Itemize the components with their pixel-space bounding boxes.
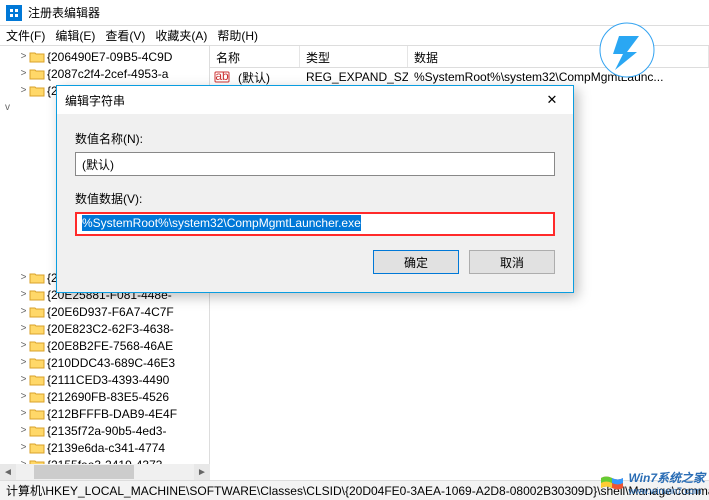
- chevron-icon[interactable]: >: [18, 289, 29, 300]
- folder-icon: [29, 441, 45, 455]
- tree-item-label: {20E823C2-62F3-4638-: [47, 322, 174, 336]
- tree-item-label: {2135f72a-90b5-4ed3-: [47, 424, 166, 438]
- scroll-thumb[interactable]: [34, 465, 134, 479]
- watermark-url: www.winwin7.com: [628, 486, 705, 496]
- chevron-icon[interactable]: >: [18, 425, 29, 436]
- svg-text:ab: ab: [215, 69, 229, 83]
- tree-item-label: {212690FB-83E5-4526: [47, 390, 169, 404]
- folder-icon: [29, 271, 45, 285]
- menu-file[interactable]: 文件(F): [6, 27, 45, 44]
- tree-item[interactable]: > {212BFFFB-DAB9-4E4F: [2, 405, 207, 422]
- cell-type: REG_EXPAND_SZ: [300, 70, 408, 84]
- chevron-icon[interactable]: v: [2, 102, 13, 113]
- scroll-left-arrow[interactable]: ◄: [0, 464, 16, 480]
- cancel-button[interactable]: 取消: [469, 250, 555, 274]
- folder-icon: [29, 356, 45, 370]
- chevron-icon[interactable]: >: [18, 68, 29, 79]
- chevron-icon[interactable]: >: [18, 408, 29, 419]
- tree-horizontal-scrollbar[interactable]: ◄ ►: [0, 464, 210, 480]
- tree-item[interactable]: > {20E8B2FE-7568-46AE: [2, 337, 207, 354]
- folder-icon: [29, 288, 45, 302]
- col-name[interactable]: 名称: [210, 46, 300, 67]
- chevron-icon[interactable]: >: [18, 340, 29, 351]
- folder-icon: [29, 424, 45, 438]
- chevron-icon[interactable]: >: [18, 272, 29, 283]
- folder-icon: [29, 305, 45, 319]
- tree-item[interactable]: > {20E6D937-F6A7-4C7F: [2, 303, 207, 320]
- watermark-text: Win7系统之家: [628, 469, 705, 486]
- tree-item-label: {2087c2f4-2cef-4953-a: [47, 67, 168, 81]
- folder-icon: [29, 84, 45, 98]
- value-name-label: 数值名称(N):: [75, 130, 555, 147]
- chevron-icon[interactable]: >: [18, 442, 29, 453]
- tree-item-label: {206490E7-09B5-4C9D: [47, 50, 172, 64]
- thunder-download-icon[interactable]: [599, 22, 655, 78]
- folder-icon: [29, 339, 45, 353]
- app-icon: [6, 5, 22, 21]
- dialog-buttons: 确定 取消: [75, 250, 555, 274]
- windows-logo-icon: [600, 474, 624, 492]
- value-data-label: 数值数据(V):: [75, 190, 555, 207]
- tree-item-label: {210DDC43-689C-46E3: [47, 356, 175, 370]
- watermark: Win7系统之家 www.winwin7.com: [600, 469, 705, 496]
- chevron-icon[interactable]: >: [18, 85, 29, 96]
- cell-name: (默认): [232, 69, 300, 86]
- menu-edit[interactable]: 编辑(E): [55, 27, 95, 44]
- folder-icon: [29, 322, 45, 336]
- dialog-title: 编辑字符串: [65, 92, 125, 109]
- tree-item[interactable]: > {20E823C2-62F3-4638-: [2, 320, 207, 337]
- tree-item[interactable]: > {2087c2f4-2cef-4953-a: [2, 65, 207, 82]
- ok-button[interactable]: 确定: [373, 250, 459, 274]
- tree-item-label: {20E8B2FE-7568-46AE: [47, 339, 173, 353]
- menu-favorites[interactable]: 收藏夹(A): [155, 27, 207, 44]
- chevron-icon[interactable]: >: [18, 306, 29, 317]
- chevron-icon[interactable]: >: [18, 323, 29, 334]
- tree-item-label: {2139e6da-c341-4774: [47, 441, 165, 455]
- folder-icon: [29, 390, 45, 404]
- folder-icon: [29, 407, 45, 421]
- string-value-icon: ab: [214, 69, 230, 85]
- dialog-titlebar[interactable]: 编辑字符串 ✕: [57, 86, 573, 114]
- menu-view[interactable]: 查看(V): [105, 27, 145, 44]
- tree-item[interactable]: > {2135f72a-90b5-4ed3-: [2, 422, 207, 439]
- tree-item[interactable]: > {206490E7-09B5-4C9D: [2, 48, 207, 65]
- tree-item[interactable]: > {212690FB-83E5-4526: [2, 388, 207, 405]
- folder-icon: [29, 67, 45, 81]
- dialog-close-button[interactable]: ✕: [539, 90, 565, 110]
- col-data[interactable]: 数据: [408, 46, 709, 67]
- chevron-icon[interactable]: >: [18, 391, 29, 402]
- value-data-input[interactable]: %SystemRoot%\system32\CompMgmtLauncher.e…: [75, 212, 555, 236]
- tree-item[interactable]: > {210DDC43-689C-46E3: [2, 354, 207, 371]
- tree-item-label: {20E6D937-F6A7-4C7F: [47, 305, 174, 319]
- folder-icon: [29, 373, 45, 387]
- chevron-icon[interactable]: >: [18, 357, 29, 368]
- value-name-input[interactable]: (默认): [75, 152, 555, 176]
- folder-icon: [29, 50, 45, 64]
- tree-item-label: {2111CED3-4393-4490: [47, 373, 169, 387]
- tree-item[interactable]: > {2139e6da-c341-4774: [2, 439, 207, 456]
- chevron-icon[interactable]: >: [18, 51, 29, 62]
- cell-data: %SystemRoot%\system32\CompMgmtLaunc...: [408, 70, 709, 84]
- tree-item[interactable]: > {2111CED3-4393-4490: [2, 371, 207, 388]
- menu-help[interactable]: 帮助(H): [217, 27, 258, 44]
- col-type[interactable]: 类型: [300, 46, 408, 67]
- window-title: 注册表编辑器: [28, 4, 100, 21]
- edit-string-dialog: 编辑字符串 ✕ 数值名称(N): (默认) 数值数据(V): %SystemRo…: [56, 85, 574, 293]
- tree-item-label: {212BFFFB-DAB9-4E4F: [47, 407, 177, 421]
- scroll-right-arrow[interactable]: ►: [194, 464, 210, 480]
- dialog-body: 数值名称(N): (默认) 数值数据(V): %SystemRoot%\syst…: [57, 114, 573, 292]
- chevron-icon[interactable]: >: [18, 374, 29, 385]
